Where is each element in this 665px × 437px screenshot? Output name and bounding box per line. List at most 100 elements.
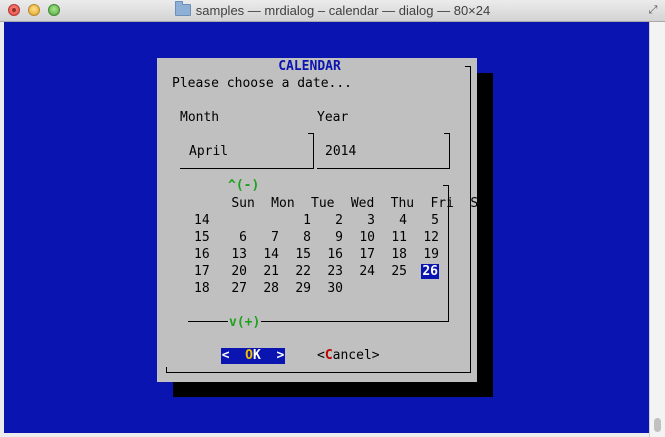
calendar-day-selected[interactable]: 26 <box>407 263 439 280</box>
calendar-day-number: 19 <box>423 247 439 262</box>
cancel-button[interactable]: <Cancel> <box>317 348 380 364</box>
calendar-week-row: 18 27 28 29 30 <box>194 280 494 297</box>
calendar-day[interactable]: 5 <box>407 212 439 229</box>
dialog-border <box>465 66 471 67</box>
calendar-day[interactable]: 6 <box>215 229 247 246</box>
fullscreen-icon[interactable]: ⤢ <box>647 4 659 16</box>
year-label: Year <box>317 110 349 125</box>
calendar-day-number: 29 <box>295 281 311 296</box>
calendar-day-number: 30 <box>327 281 343 296</box>
calendar-weeks: 14 1 2 3 4 5 15 6 7 8 9 10 11 12 16 13 14 15 16 17 18 19 17 20 2… <box>194 212 494 297</box>
calendar-day[interactable]: 14 <box>247 246 279 263</box>
calendar-day-number: 2 <box>335 213 343 228</box>
calendar-day-number: 26 <box>421 264 439 279</box>
ok-button[interactable]: < OK > <box>221 348 285 364</box>
calendar-day[interactable]: 8 <box>279 229 311 246</box>
window-bottom-edge <box>0 433 649 437</box>
calendar-day[interactable]: 11 <box>375 229 407 246</box>
calendar-day-number: 12 <box>423 230 439 245</box>
calendar-day-number: 6 <box>239 230 247 245</box>
month-field[interactable]: April <box>189 144 228 159</box>
calendar-day-number: 13 <box>231 247 247 262</box>
title-bar[interactable]: samples — mrdialog – calendar — dialog —… <box>0 0 665 22</box>
calendar-grid[interactable]: Sun Mon Tue Wed Thu Fri Sat 14 1 2 3 4 5 15 6 7 8… <box>194 195 494 297</box>
calendar-day[interactable]: 16 <box>311 246 343 263</box>
calendar-day-number: 20 <box>231 264 247 279</box>
weekday-header: Fri <box>430 196 454 211</box>
calendar-day[interactable]: 17 <box>343 246 375 263</box>
calendar-day-number: 17 <box>359 247 375 262</box>
calendar-day[interactable]: 7 <box>247 229 279 246</box>
calendar-week-row: 16 13 14 15 16 17 18 19 <box>194 246 494 263</box>
terminal-scrollbar[interactable] <box>649 22 665 437</box>
month-field-border <box>313 133 314 169</box>
calendar-day[interactable]: 28 <box>247 280 279 297</box>
calendar-day[interactable]: 9 <box>311 229 343 246</box>
calendar-day[interactable]: 3 <box>343 212 375 229</box>
calendar-day-number: 22 <box>295 264 311 279</box>
calendar-day[interactable]: 21 <box>247 263 279 280</box>
calendar-day-number: 5 <box>431 213 439 228</box>
window-title-text: samples — mrdialog – calendar — dialog —… <box>195 3 491 18</box>
folder-icon <box>174 1 191 16</box>
month-label: Month <box>180 110 220 125</box>
week-number: 15 <box>194 230 210 245</box>
calendar-day[interactable]: 2 <box>311 212 343 229</box>
calendar-day-number: 15 <box>295 247 311 262</box>
month-field-border <box>180 168 314 169</box>
year-field[interactable]: 2014 <box>325 144 356 159</box>
window-title: samples — mrdialog – calendar — dialog —… <box>0 1 665 18</box>
calendar-day-number: 24 <box>359 264 375 279</box>
calendar-day[interactable]: 13 <box>215 246 247 263</box>
calendar-day[interactable]: 30 <box>311 280 343 297</box>
weekday-header: Wed <box>350 196 375 211</box>
dialog-border <box>166 367 167 373</box>
dialog-title: CALENDAR <box>278 59 341 74</box>
calendar-day-number: 10 <box>359 230 375 245</box>
calendar-day-number: 27 <box>231 281 247 296</box>
calendar-day[interactable]: 24 <box>343 263 375 280</box>
calendar-day-number: 9 <box>335 230 343 245</box>
calendar-day-number: 7 <box>271 230 279 245</box>
scroll-down-hint[interactable]: v(+) <box>228 315 262 330</box>
weekday-header: Thu <box>390 196 415 211</box>
scrollbar-thumb[interactable] <box>654 418 661 432</box>
calendar-day-number: 3 <box>367 213 375 228</box>
calendar-day[interactable]: 4 <box>375 212 407 229</box>
calendar-week-row: 14 1 2 3 4 5 <box>194 212 494 229</box>
calendar-week-row: 15 6 7 8 9 10 11 12 <box>194 229 494 246</box>
calendar-day[interactable]: 25 <box>375 263 407 280</box>
weekday-header: Sun <box>231 196 255 211</box>
weekday-header: Sat <box>470 196 494 211</box>
calendar-day[interactable]: 29 <box>279 280 311 297</box>
dialog-prompt: Please choose a date... <box>172 76 353 91</box>
calendar-day[interactable]: 10 <box>343 229 375 246</box>
calendar-day-number: 1 <box>303 213 311 228</box>
calendar-day-number: 11 <box>391 230 407 245</box>
calendar-day[interactable]: 15 <box>279 246 311 263</box>
weekday-header-row: Sun Mon Tue Wed Thu Fri Sat <box>194 195 494 212</box>
calendar-day[interactable]: 22 <box>279 263 311 280</box>
calendar-day-number: 21 <box>263 264 279 279</box>
week-number: 14 <box>194 213 210 228</box>
calendar-day[interactable]: 27 <box>215 280 247 297</box>
calendar-day[interactable]: 23 <box>311 263 343 280</box>
year-field-border <box>317 168 450 169</box>
calendar-day[interactable]: 12 <box>407 229 439 246</box>
calendar-dialog: CALENDAR Please choose a date... Month Y… <box>157 58 494 382</box>
calendar-day-number: 23 <box>327 264 343 279</box>
week-number: 16 <box>194 247 210 262</box>
calendar-day-number: 16 <box>327 247 343 262</box>
calendar-week-row: 17 20 21 22 23 24 25 26 <box>194 263 494 280</box>
calendar-day[interactable]: 18 <box>375 246 407 263</box>
calendar-day-number: 28 <box>263 281 279 296</box>
terminal-window: samples — mrdialog – calendar — dialog —… <box>0 0 665 437</box>
weekday-header: Tue <box>311 196 335 211</box>
calendar-day-number: 8 <box>303 230 311 245</box>
scroll-up-hint[interactable]: ^(-) <box>228 178 259 193</box>
calendar-day-number: 18 <box>391 247 407 262</box>
week-number: 17 <box>194 264 210 279</box>
calendar-day[interactable]: 1 <box>279 212 311 229</box>
calendar-day[interactable]: 19 <box>407 246 439 263</box>
calendar-day[interactable]: 20 <box>215 263 247 280</box>
